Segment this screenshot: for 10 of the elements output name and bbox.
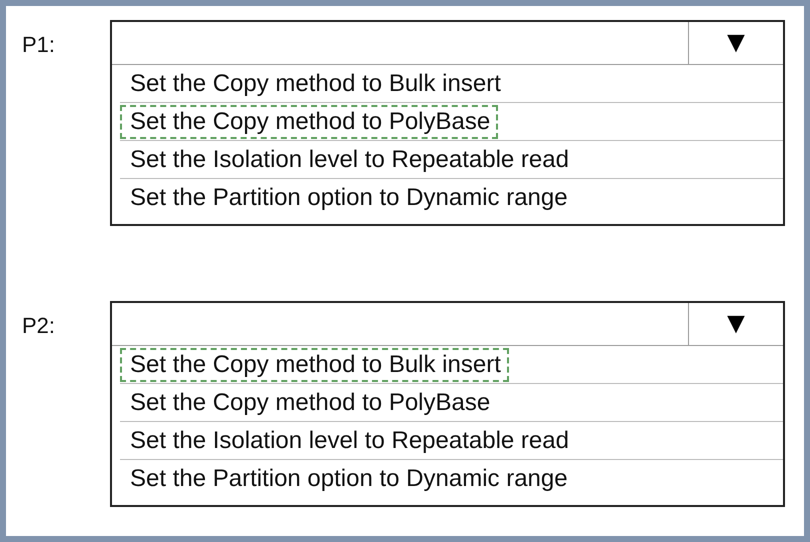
question-label: P2: (21, 312, 56, 339)
dropdown-option[interactable]: Set the Isolation level to Repeatable read (120, 424, 577, 458)
dropdown-option[interactable]: Set the Partition option to Dynamic range (120, 462, 576, 496)
dropdown-option[interactable]: Set the Partition option to Dynamic range (120, 180, 576, 214)
dropdown-option[interactable]: Set the Copy method to Bulk insert (120, 66, 509, 100)
dropdown-option[interactable]: Set the Isolation level to Repeatable read (120, 142, 577, 176)
dropdown-option[interactable]: Set the Copy method to Bulk insert (120, 348, 509, 382)
dropdown-option[interactable]: Set the Copy method to PolyBase (120, 104, 498, 138)
question-label: P1: (21, 31, 56, 58)
dropdown-option[interactable]: Set the Copy method to PolyBase (120, 386, 498, 420)
